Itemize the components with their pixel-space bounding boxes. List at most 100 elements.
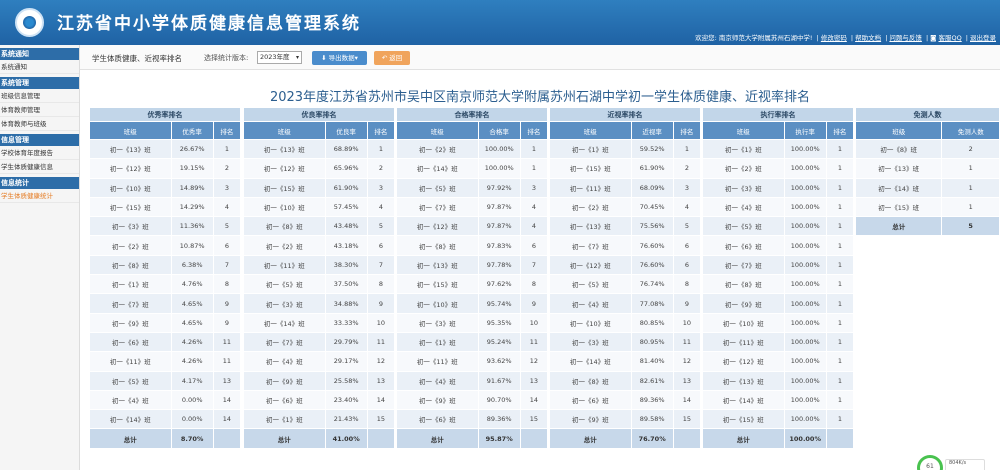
table-cell: 43.48% xyxy=(324,216,368,237)
table-cell: 1 xyxy=(825,274,855,295)
network-speed-widget: 804K/s xyxy=(945,459,985,470)
table-cell: 3 xyxy=(672,177,702,198)
table-cell: 初一《12》班 xyxy=(702,351,785,372)
table-cell: 90.70% xyxy=(477,389,521,411)
table-cell: 25.58% xyxy=(324,370,368,391)
help-doc-link[interactable]: 帮助文档 xyxy=(855,34,881,42)
table-cell: 95.74% xyxy=(477,293,521,314)
table-cell: 13 xyxy=(212,370,242,391)
qq-service-link[interactable]: 客服QQ xyxy=(938,34,961,42)
column-header: 排名 xyxy=(212,121,242,140)
sidebar-item-class-info[interactable]: 班级信息管理 xyxy=(0,89,79,103)
sidebar-item-system-notice[interactable]: 系统通知 xyxy=(0,60,79,74)
table-cell: 9 xyxy=(212,312,242,333)
table-cell: 初一《1》班 xyxy=(702,138,785,160)
table-cell: 100.00% xyxy=(783,331,827,353)
table-cell: 68.89% xyxy=(324,138,368,160)
table-row: 初一《14》班 100.00% 1 xyxy=(702,389,855,411)
table-cell: 100.00% xyxy=(783,389,827,411)
table-row: 初一《5》班 4.17% 13 xyxy=(89,370,242,391)
table-cell: 初一《6》班 xyxy=(89,331,172,353)
table-cell: 7 xyxy=(519,254,549,276)
table-cell: 初一《10》班 xyxy=(89,177,172,198)
user-bar: 欢迎您: 南京师范大学附属苏州石湖中学! | 修改密码 | 帮助文档 | 问题与反馈 … xyxy=(695,34,996,42)
table-cell: 初一《8》班 xyxy=(854,138,943,160)
system-title: 江苏省中小学体质健康信息管理系统 xyxy=(57,14,361,34)
total-cell: 总计 xyxy=(854,216,943,237)
change-password-link[interactable]: 修改密码 xyxy=(821,34,847,42)
table-cell: 初一《4》班 xyxy=(702,196,785,218)
table-caption: 近视率排名 xyxy=(549,107,701,122)
table-row: 初一《3》班 100.00% 1 xyxy=(702,177,855,198)
table-cell: 13 xyxy=(366,370,396,391)
column-header: 班级 xyxy=(89,121,172,140)
version-select[interactable]: 2023年度 xyxy=(257,51,302,64)
table-cell: 10 xyxy=(366,312,396,333)
table-cell: 初一《12》班 xyxy=(89,158,172,179)
table-cell: 1 xyxy=(825,331,855,353)
table-cell: 初一《3》班 xyxy=(549,331,632,353)
sidebar-item-pe-teachers[interactable]: 体育教师管理 xyxy=(0,103,79,117)
table-cell: 1 xyxy=(825,177,855,198)
logout-link[interactable]: 退出登录 xyxy=(970,34,996,42)
table-cell: 38.30% xyxy=(324,254,368,276)
back-button[interactable]: ↶ 返回 xyxy=(374,51,410,65)
sidebar-group-info[interactable]: 信息管理 xyxy=(0,134,79,146)
table-row: 初一《14》班 0.00% 14 xyxy=(89,409,242,430)
total-row: 总计 8.70% xyxy=(89,428,242,449)
column-header: 排名 xyxy=(672,121,702,140)
table-cell: 33.33% xyxy=(324,312,368,333)
table-cell: 初一《7》班 xyxy=(549,235,632,256)
table-row: 初一《9》班 25.58% 13 xyxy=(243,370,396,391)
table-cell: 初一《4》班 xyxy=(549,293,632,314)
sidebar-group-stats[interactable]: 信息统计 xyxy=(0,177,79,189)
table-row: 初一《12》班 97.87% 4 xyxy=(396,216,549,237)
table-cell: 34.88% xyxy=(324,293,368,314)
table-cell: 11 xyxy=(519,331,549,353)
table-cell: 14 xyxy=(212,409,242,430)
table-cell: 初一《5》班 xyxy=(549,274,632,295)
back-icon: ↶ xyxy=(381,54,388,62)
table-row: 初一《5》班 100.00% 1 xyxy=(702,216,855,237)
sidebar-item-health-stats[interactable]: 学生体质健康统计 xyxy=(0,189,79,203)
total-row: 总计 100.00% xyxy=(702,428,855,449)
sidebar-group-notice[interactable]: 系统通知 xyxy=(0,48,79,60)
table-cell: 初一《10》班 xyxy=(549,312,632,333)
table-cell: 1 xyxy=(825,235,855,256)
total-cell: 总计 xyxy=(702,428,785,449)
table-cell: 5 xyxy=(672,216,702,237)
table-cell: 初一《11》班 xyxy=(549,177,632,198)
column-header: 班级 xyxy=(243,121,326,140)
total-cell: 总计 xyxy=(549,428,632,449)
total-cell: 41.00% xyxy=(324,428,368,449)
table-row: 初一《3》班 80.95% 11 xyxy=(549,331,702,353)
table-cell: 初一《7》班 xyxy=(243,331,326,353)
table-cell: 6 xyxy=(672,235,702,256)
table-cell: 初一《14》班 xyxy=(549,351,632,372)
table-cell: 7 xyxy=(212,254,242,276)
table-cell: 89.36% xyxy=(630,389,674,411)
export-label: 导出数据▾ xyxy=(328,54,358,62)
table-cell: 1 xyxy=(825,216,855,237)
table-row: 初一《3》班 95.35% 10 xyxy=(396,312,549,333)
table-cell: 89.58% xyxy=(630,409,674,430)
table-cell: 初一《12》班 xyxy=(396,216,479,237)
table-cell: 75.56% xyxy=(630,216,674,237)
table-cell: 80.85% xyxy=(630,312,674,333)
table-cell: 初一《13》班 xyxy=(702,370,785,391)
table-row: 初一《7》班 29.79% 11 xyxy=(243,331,396,353)
back-label: 返回 xyxy=(389,54,403,62)
export-data-button[interactable]: ⬇ 导出数据▾ xyxy=(312,51,367,65)
table-cell: 97.62% xyxy=(477,274,521,295)
sidebar-item-annual-report[interactable]: 学校体育年度报告 xyxy=(0,146,79,160)
table-cell: 70.45% xyxy=(630,196,674,218)
sidebar-group-system[interactable]: 系统管理 xyxy=(0,77,79,89)
sidebar-item-student-health[interactable]: 学生体质健康信息 xyxy=(0,160,79,174)
total-cell: 76.70% xyxy=(630,428,674,449)
table-cell: 97.87% xyxy=(477,216,521,237)
table-cell: 82.61% xyxy=(630,370,674,391)
sidebar-item-teacher-class[interactable]: 体育教师与班级 xyxy=(0,117,79,131)
table-cell: 10 xyxy=(519,312,549,333)
table-cell: 68.09% xyxy=(630,177,674,198)
feedback-link[interactable]: 问题与反馈 xyxy=(889,34,922,42)
